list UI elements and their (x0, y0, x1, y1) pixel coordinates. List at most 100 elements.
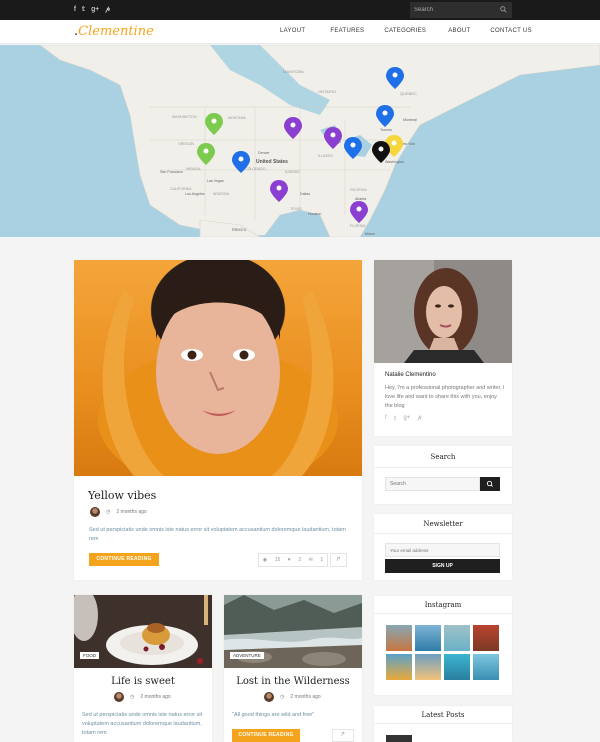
featured-post-title[interactable]: Yellow vibes (88, 489, 156, 502)
map-label-los-angeles: Los Angeles (185, 192, 205, 196)
post-date: 2 months ago (290, 694, 321, 700)
author-avatar[interactable] (90, 507, 100, 517)
top-bar: f 𝕥 g+ 𝓅 (0, 0, 600, 20)
map-label-us: United States (256, 159, 288, 165)
newsletter-email-field[interactable] (385, 543, 500, 557)
views-count: 15 (274, 557, 281, 563)
author-avatar[interactable] (264, 692, 274, 702)
map-label-texas: TEXAS (290, 207, 302, 211)
google-plus-icon[interactable]: g+ (403, 415, 410, 422)
instagram-widget: Instagram (374, 596, 512, 695)
category-tag[interactable]: ADVENTURE (230, 652, 264, 659)
site-logo[interactable]: .Clementine (74, 24, 154, 39)
heart-icon[interactable]: ♥ (288, 557, 291, 563)
nav-item-layout[interactable]: LAYOUT (280, 28, 305, 34)
locations-map[interactable]: MANITOBA ONTARIO QUEBEC WASHINGTON MONTA… (0, 45, 600, 237)
sidebar-search-button[interactable] (480, 477, 500, 491)
post-title[interactable]: Lost in the Wilderness (224, 676, 362, 687)
search-icon (486, 480, 493, 487)
map-label-mexico: Mexico (232, 227, 247, 232)
clock-icon: ◷ (280, 694, 285, 700)
category-tag[interactable]: FOOD (80, 652, 99, 659)
newsletter-widget: Newsletter SIGN UP (374, 514, 512, 580)
comments-count: 1 (320, 557, 324, 563)
clock-icon: ◷ (130, 694, 135, 700)
latest-posts-divider (374, 723, 512, 724)
post-card-adventure: ADVENTURE Lost in the Wilderness ◷ 2 mon… (224, 595, 362, 742)
post-title[interactable]: Life is sweet (74, 676, 212, 687)
latest-posts-title: Latest Posts (421, 711, 465, 719)
instagram-thumb[interactable] (386, 654, 412, 680)
comment-icon[interactable]: ✉ (309, 557, 313, 563)
map-label-kansas: KANSAS (285, 170, 300, 174)
post-card-food: FOOD Life is sweet ◷ 2 months ago Sed ut… (74, 595, 212, 742)
post-date: 2 months ago (116, 509, 147, 515)
top-search-input[interactable] (414, 4, 498, 16)
main-nav: .Clementine LAYOUT FEATURES CATEGORIES A… (0, 20, 600, 44)
post-date: 2 months ago (140, 694, 171, 700)
instagram-thumb[interactable] (473, 625, 499, 651)
continue-reading-button[interactable]: CONTINUE READING (232, 729, 300, 742)
logo-text: Clementine (78, 24, 154, 39)
post-excerpt: Sed ut perspiciatis unde omnis iste natu… (82, 712, 203, 736)
instagram-grid (386, 625, 499, 680)
facebook-icon[interactable]: f (385, 415, 387, 422)
clock-icon: ◷ (106, 509, 111, 515)
map-label-california: CALIFORNIA (170, 187, 192, 191)
nav-item-about[interactable]: ABOUT (448, 28, 470, 34)
map-label-quebec: QUEBEC (400, 91, 417, 96)
facebook-icon[interactable]: f (74, 4, 76, 16)
instagram-thumb[interactable] (444, 625, 470, 651)
top-search (410, 2, 512, 18)
nav-item-contact-us[interactable]: CONTACT US (490, 28, 531, 34)
instagram-thumb[interactable] (473, 654, 499, 680)
map-label-washington-dc: Washington (385, 160, 404, 164)
likes-count: 2 (298, 557, 302, 563)
instagram-thumb[interactable] (415, 654, 441, 680)
nav-item-features[interactable]: FEATURES (330, 28, 364, 34)
latest-post-thumb[interactable] (386, 735, 412, 742)
map-label-dallas: Dallas (300, 192, 310, 196)
newsletter-signup-button[interactable]: SIGN UP (385, 559, 500, 573)
map-label-las-vegas: Las Vegas (207, 179, 224, 183)
author-portrait (374, 260, 512, 363)
map-label-manitoba: MANITOBA (283, 69, 304, 74)
pinterest-icon[interactable]: 𝓅 (105, 4, 110, 16)
nav-item-categories[interactable]: CATEGORIES (384, 28, 426, 34)
twitter-icon[interactable]: 𝕥 (82, 4, 85, 16)
continue-reading-button[interactable]: CONTINUE READING (89, 553, 159, 566)
author-social: f 𝕥 g+ 𝓅 (385, 415, 422, 422)
instagram-divider (374, 613, 512, 614)
map-label-miami: Miami (365, 232, 375, 236)
about-widget: Natalie Clementino Hey, I'm a profession… (374, 260, 512, 436)
author-bio: Hey, I'm a professional photographer and… (385, 385, 505, 409)
instagram-thumb[interactable] (386, 625, 412, 651)
newsletter-divider (374, 533, 512, 534)
instagram-thumb[interactable] (444, 654, 470, 680)
author-avatar[interactable] (114, 692, 124, 702)
search-widget-title: Search (430, 453, 456, 461)
featured-post-meta: ◷ 2 months ago (90, 507, 147, 517)
map-label-atlanta: Atlanta (355, 197, 366, 201)
featured-post-image[interactable] (74, 260, 362, 476)
sidebar-search-input[interactable] (385, 477, 480, 491)
instagram-thumb[interactable] (415, 625, 441, 651)
share-button[interactable]: ↱ (332, 729, 354, 742)
map-label-washington: WASHINGTON (172, 115, 197, 119)
search-icon[interactable] (500, 6, 507, 13)
map-label-arizona: ARIZONA (213, 192, 230, 196)
map-label-colorado: COLORADO (245, 167, 266, 171)
google-plus-icon[interactable]: g+ (91, 4, 99, 16)
pinterest-icon[interactable]: 𝓅 (417, 415, 421, 422)
social-links: f 𝕥 g+ 𝓅 (74, 4, 110, 16)
map-label-ontario: ONTARIO (318, 89, 336, 94)
map-label-denver: Denver (258, 151, 270, 155)
post-excerpt: "All good things are wild and free" (232, 712, 315, 718)
map-label-oregon: OREGON (178, 142, 194, 146)
nav-menu: LAYOUT FEATURES CATEGORIES ABOUT CONTACT… (280, 28, 532, 34)
twitter-icon[interactable]: 𝕥 (394, 415, 397, 422)
share-button[interactable]: ↱ (330, 553, 347, 567)
author-photo (374, 260, 512, 363)
map-label-florida: FLORIDA (350, 224, 366, 228)
latest-posts-widget: Latest Posts (374, 706, 512, 742)
